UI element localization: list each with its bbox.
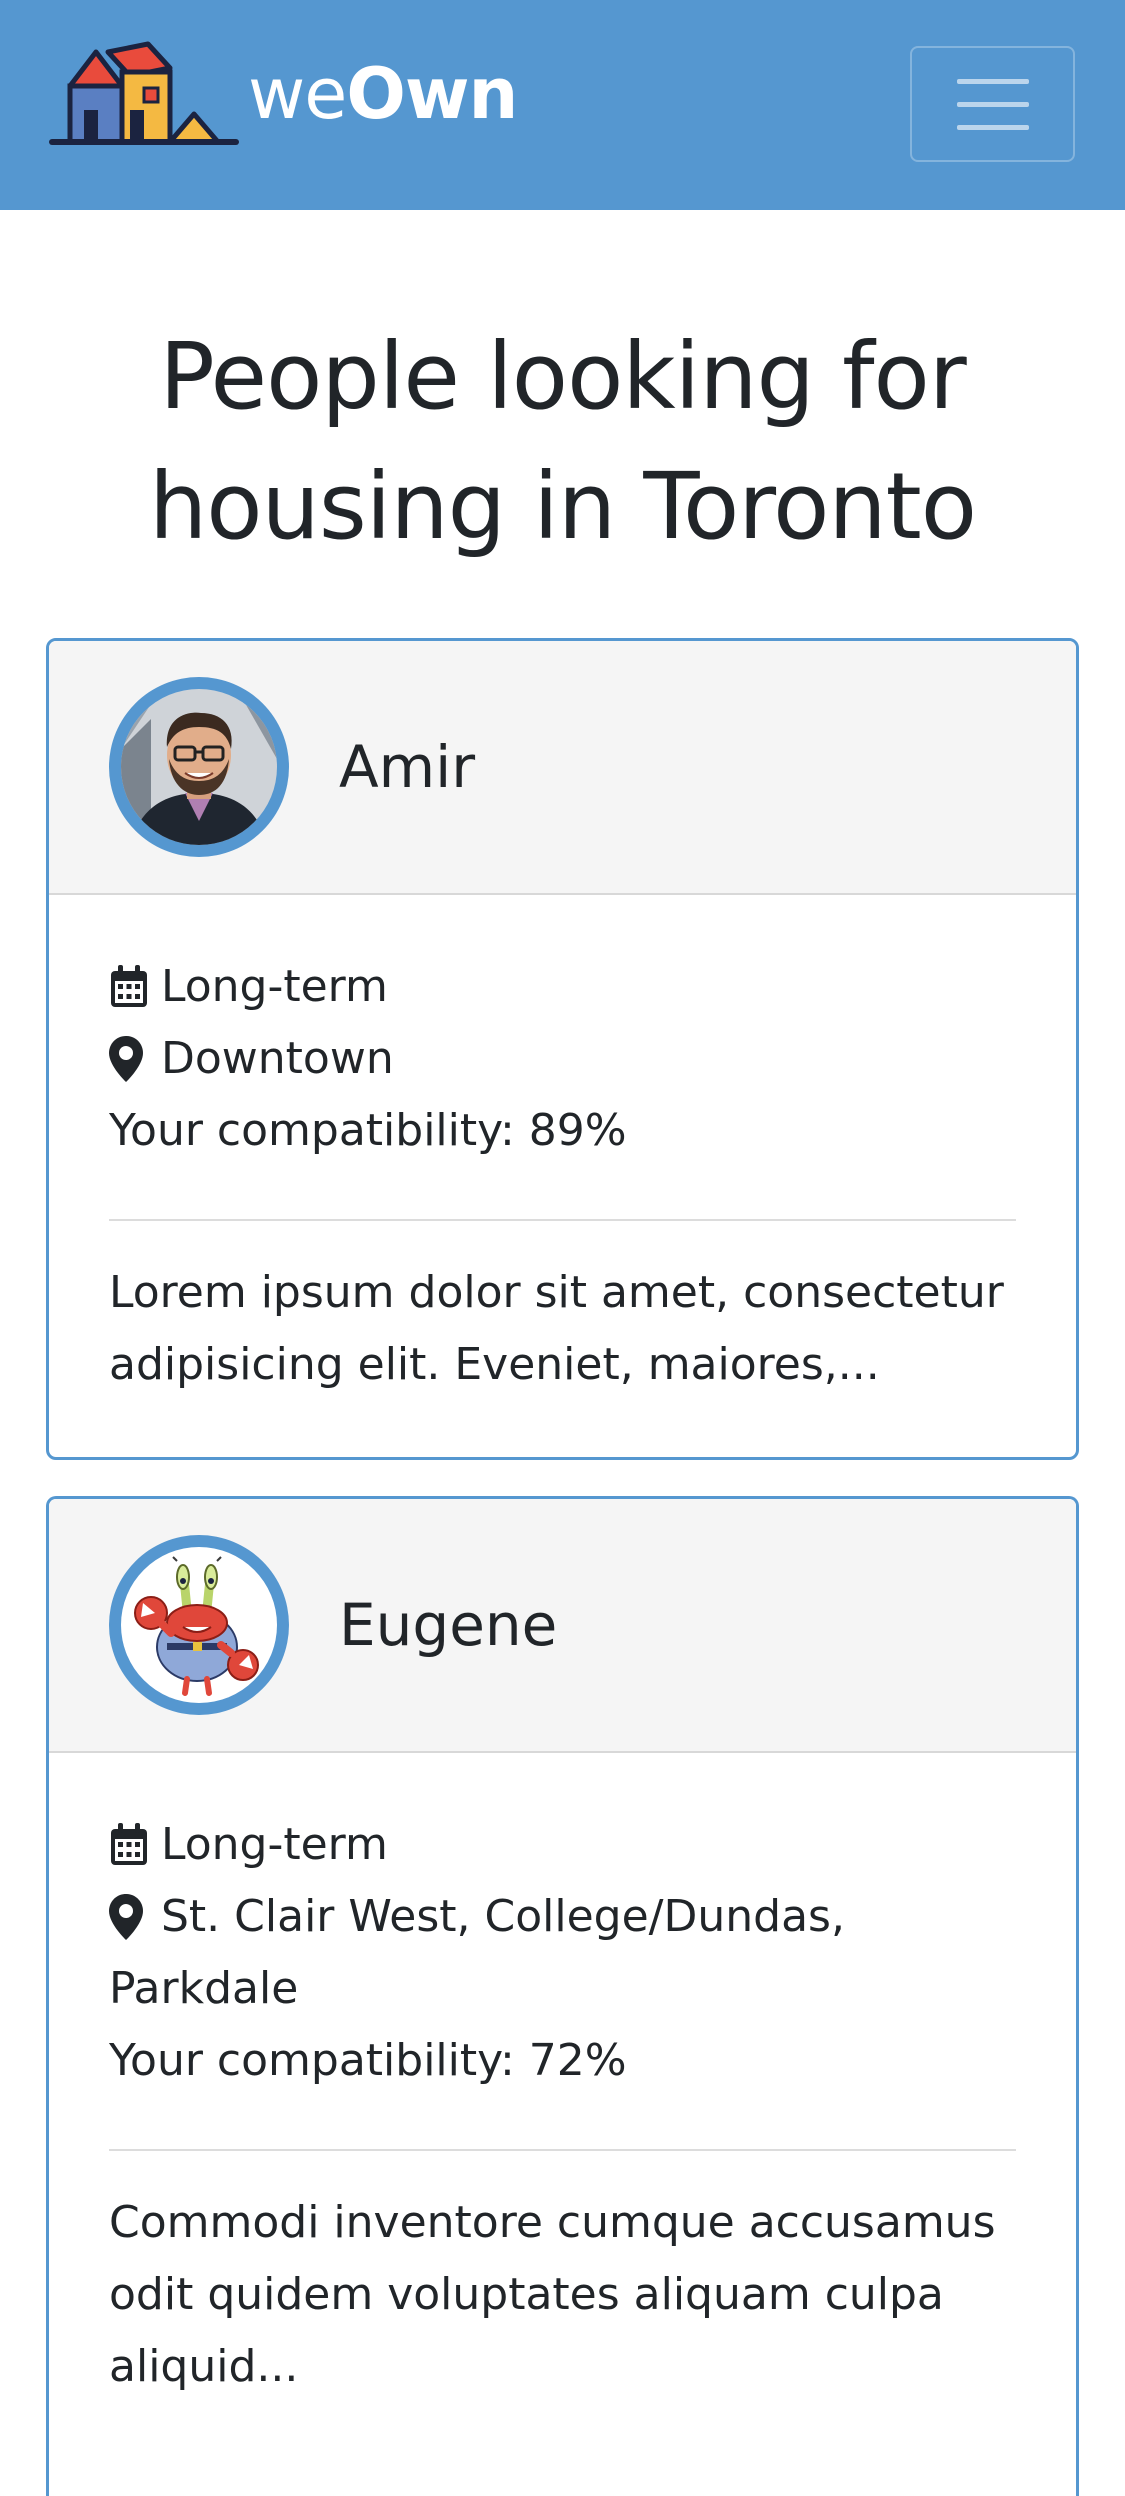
profile-description: Lorem ipsum dolor sit amet, consectetur … [109,1267,1004,1390]
profile-card-header: Amir [49,641,1076,895]
brand-name-light: we [248,53,347,135]
brand-link[interactable]: weOwn [48,38,518,150]
profile-name[interactable]: Amir [339,725,475,809]
brand-name: weOwn [248,59,518,129]
term-line: Long-term [109,951,1016,1023]
map-marker-icon [109,1881,151,1953]
profile-card-body: Long-term Downtown Your compatibility: 8… [49,895,1076,1457]
top-navbar: weOwn [0,0,1125,210]
hamburger-menu-icon-bar [956,124,1029,130]
location-text: Downtown [161,1033,394,1084]
profile-card[interactable]: Eugene Long-term St. Clair West, College… [46,1496,1079,2496]
house-logo-icon [49,41,239,145]
crab-cartoon-avatar-icon [121,1547,277,1703]
person-photo-avatar-icon [121,689,277,845]
profile-card-body: Long-term St. Clair West, College/Dundas… [49,1753,1076,2459]
compatibility-text: Your compatibility: 72% [109,2035,627,2086]
location-line: St. Clair West, College/Dundas, [109,1881,1016,1953]
avatar [109,1535,289,1715]
page-title-line-1: People looking for [159,323,966,430]
profile-card-header: Eugene [49,1499,1076,1753]
calendar-icon [109,1809,151,1881]
compatibility-text: Your compatibility: 89% [109,1105,627,1156]
hamburger-menu-button[interactable] [910,46,1075,162]
term-text: Long-term [161,961,388,1012]
location-text: St. Clair West, College/Dundas, [161,1891,845,1942]
profile-name[interactable]: Eugene [339,1583,557,1667]
calendar-icon [109,951,151,1023]
location-line: Downtown [109,1023,1016,1095]
hamburger-menu-icon [956,78,1029,84]
page-title: People looking for housing in Toronto [40,312,1085,572]
hamburger-menu-icon-bar [956,101,1029,107]
location-text-continued: Parkdale [109,1963,299,2014]
term-text: Long-term [161,1819,388,1870]
page-title-line-2: housing in Toronto [148,453,977,560]
brand-name-bold: Own [346,53,518,135]
term-line: Long-term [109,1809,1016,1881]
profile-description: Commodi inventore cumque accusamus odit … [109,2197,996,2392]
profile-card[interactable]: Amir Long-term Downtown Your compatibili… [46,638,1079,1460]
avatar [109,677,289,857]
map-marker-icon [109,1023,151,1095]
